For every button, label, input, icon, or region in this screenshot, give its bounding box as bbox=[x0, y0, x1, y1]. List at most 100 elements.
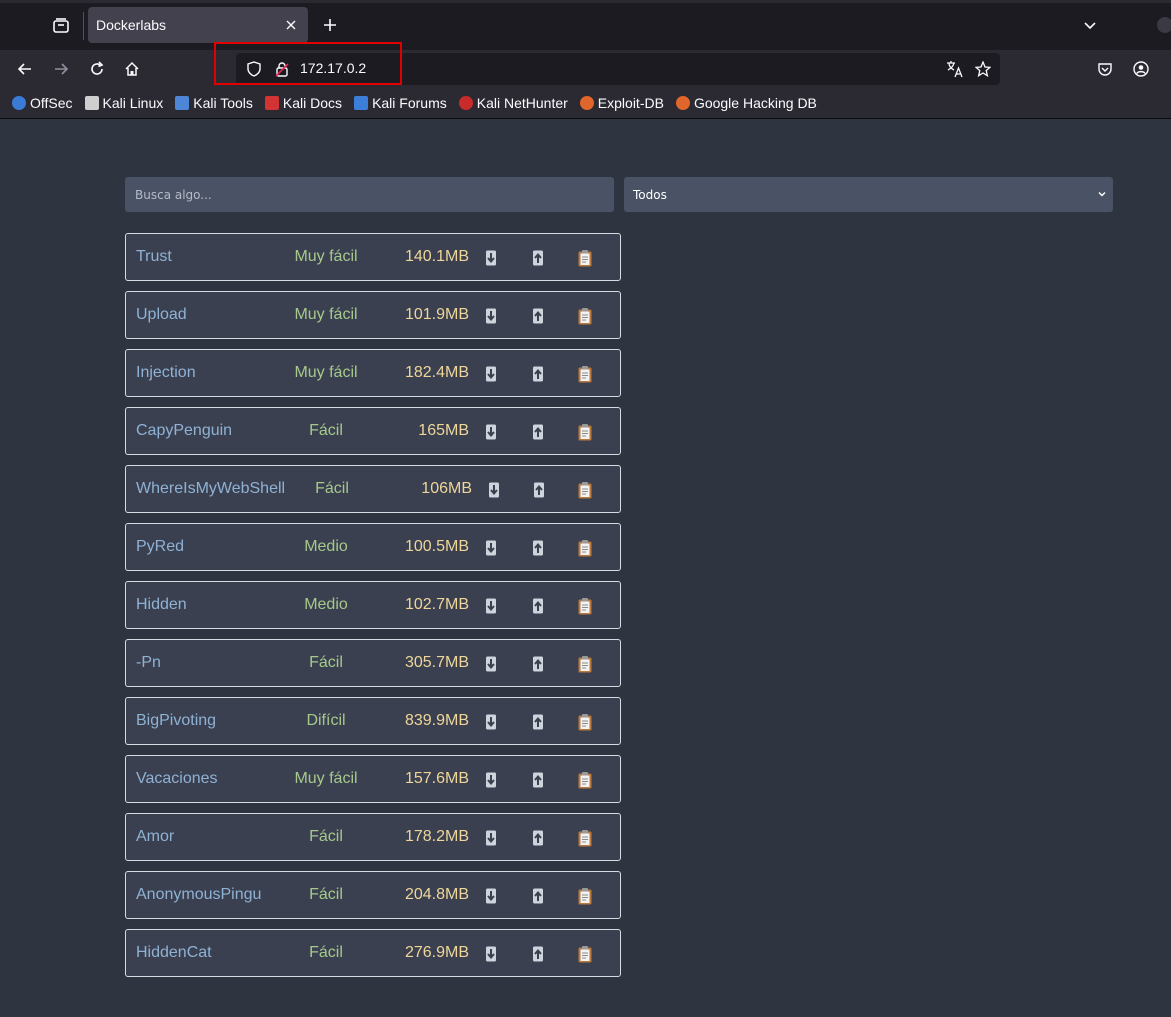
down-arrow-icon bbox=[486, 540, 496, 556]
writeup-button[interactable] bbox=[575, 769, 595, 791]
clipboard-icon bbox=[578, 250, 592, 267]
upload-button[interactable] bbox=[528, 943, 548, 965]
tab-dockerlabs[interactable]: Dockerlabs bbox=[88, 7, 308, 43]
address-bar[interactable]: 172.17.0.2 bbox=[236, 53, 1000, 85]
close-tab-button[interactable] bbox=[282, 16, 300, 34]
bookmark-google-hacking-db[interactable]: Google Hacking DB bbox=[675, 95, 817, 111]
writeup-button[interactable] bbox=[575, 363, 595, 385]
download-button[interactable] bbox=[481, 653, 501, 675]
bookmark-label: Kali Docs bbox=[282, 95, 343, 111]
writeup-button[interactable] bbox=[575, 711, 595, 733]
machine-name[interactable]: Vacaciones bbox=[136, 770, 218, 788]
list-all-tabs-button[interactable] bbox=[1078, 13, 1102, 37]
machine-row: BigPivoting Difícil 839.9MB bbox=[125, 697, 621, 745]
download-button[interactable] bbox=[481, 943, 501, 965]
upload-button[interactable] bbox=[528, 827, 548, 849]
download-button[interactable] bbox=[481, 711, 501, 733]
download-button[interactable] bbox=[481, 827, 501, 849]
window-control[interactable] bbox=[1157, 17, 1171, 33]
writeup-button[interactable] bbox=[575, 885, 595, 907]
forward-button[interactable] bbox=[48, 56, 74, 82]
filter-selected-value: Todos bbox=[633, 187, 667, 202]
upload-button[interactable] bbox=[528, 421, 548, 443]
clipboard-icon bbox=[578, 714, 592, 731]
writeup-button[interactable] bbox=[575, 653, 595, 675]
home-button[interactable] bbox=[119, 56, 145, 82]
upload-button[interactable] bbox=[528, 885, 548, 907]
writeup-button[interactable] bbox=[575, 943, 595, 965]
upload-button[interactable] bbox=[528, 711, 548, 733]
machine-size: 178.2MB bbox=[404, 828, 469, 845]
bookmark-star-button[interactable] bbox=[974, 60, 992, 78]
clipboard-icon bbox=[578, 482, 592, 499]
difficulty-filter-select[interactable]: Todos bbox=[624, 177, 1113, 212]
new-tab-button[interactable] bbox=[318, 13, 342, 37]
machine-name[interactable]: Upload bbox=[136, 306, 187, 324]
upload-button[interactable] bbox=[529, 479, 549, 501]
download-button[interactable] bbox=[481, 595, 501, 617]
back-button[interactable] bbox=[12, 56, 38, 82]
bookmark-kali-tools[interactable]: Kali Tools bbox=[175, 95, 253, 111]
machine-row: PyRed Medio 100.5MB bbox=[125, 523, 621, 571]
upload-button[interactable] bbox=[528, 595, 548, 617]
machine-name[interactable]: CapyPenguin bbox=[136, 422, 232, 440]
upload-button[interactable] bbox=[528, 537, 548, 559]
machine-name[interactable]: Hidden bbox=[136, 596, 187, 614]
up-arrow-icon bbox=[533, 714, 543, 730]
writeup-button[interactable] bbox=[575, 247, 595, 269]
machine-size: 101.9MB bbox=[404, 306, 469, 323]
writeup-button[interactable] bbox=[575, 595, 595, 617]
machine-name[interactable]: Injection bbox=[136, 364, 196, 382]
download-button[interactable] bbox=[481, 537, 501, 559]
account-button[interactable] bbox=[1128, 56, 1154, 82]
machine-name[interactable]: Trust bbox=[136, 248, 172, 266]
machine-name[interactable]: AnonymousPingu bbox=[136, 886, 261, 904]
bookmark-offsec[interactable]: OffSec bbox=[12, 95, 73, 111]
machine-name[interactable]: WhereIsMyWebShell bbox=[136, 480, 285, 498]
machine-name[interactable]: Amor bbox=[136, 828, 174, 846]
writeup-button[interactable] bbox=[575, 537, 595, 559]
machine-name[interactable]: BigPivoting bbox=[136, 712, 216, 730]
writeup-button[interactable] bbox=[575, 421, 595, 443]
bookmark-kali-nethunter[interactable]: Kali NetHunter bbox=[458, 95, 568, 111]
translate-button[interactable] bbox=[946, 60, 964, 78]
upload-button[interactable] bbox=[528, 363, 548, 385]
bookmark-exploit-db[interactable]: Exploit-DB bbox=[579, 95, 664, 111]
plus-icon bbox=[324, 19, 336, 31]
machine-name[interactable]: HiddenCat bbox=[136, 944, 212, 962]
down-arrow-icon bbox=[486, 250, 496, 266]
tracking-protection-icon[interactable] bbox=[245, 60, 263, 78]
bookmark-kali-forums[interactable]: Kali Forums bbox=[354, 95, 447, 111]
machine-name[interactable]: PyRed bbox=[136, 538, 184, 556]
bookmark-kali-linux[interactable]: Kali Linux bbox=[84, 95, 163, 111]
insecure-connection-icon[interactable] bbox=[273, 60, 291, 78]
firefox-view-button[interactable] bbox=[44, 9, 78, 43]
navigation-toolbar: 172.17.0.2 bbox=[0, 50, 1171, 88]
kali-forums-icon bbox=[354, 96, 369, 110]
down-arrow-icon bbox=[486, 424, 496, 440]
search-input[interactable] bbox=[125, 177, 614, 212]
download-button[interactable] bbox=[481, 769, 501, 791]
upload-button[interactable] bbox=[528, 769, 548, 791]
download-button[interactable] bbox=[481, 421, 501, 443]
writeup-button[interactable] bbox=[575, 479, 595, 501]
machine-size: 157.6MB bbox=[404, 770, 469, 787]
writeup-button[interactable] bbox=[575, 305, 595, 327]
machine-difficulty: Muy fácil bbox=[294, 306, 358, 323]
writeup-button[interactable] bbox=[575, 827, 595, 849]
pocket-button[interactable] bbox=[1092, 56, 1118, 82]
reload-button[interactable] bbox=[84, 56, 110, 82]
download-button[interactable] bbox=[481, 247, 501, 269]
upload-button[interactable] bbox=[528, 247, 548, 269]
upload-button[interactable] bbox=[528, 653, 548, 675]
download-button[interactable] bbox=[481, 363, 501, 385]
url-text[interactable]: 172.17.0.2 bbox=[300, 60, 366, 76]
bookmark-kali-docs[interactable]: Kali Docs bbox=[264, 95, 343, 111]
down-arrow-icon bbox=[486, 598, 496, 614]
download-button[interactable] bbox=[481, 885, 501, 907]
machine-name[interactable]: -Pn bbox=[136, 654, 161, 672]
download-button[interactable] bbox=[484, 479, 504, 501]
upload-button[interactable] bbox=[528, 305, 548, 327]
download-button[interactable] bbox=[481, 305, 501, 327]
machine-row: WhereIsMyWebShell Fácil 106MB bbox=[125, 465, 621, 513]
